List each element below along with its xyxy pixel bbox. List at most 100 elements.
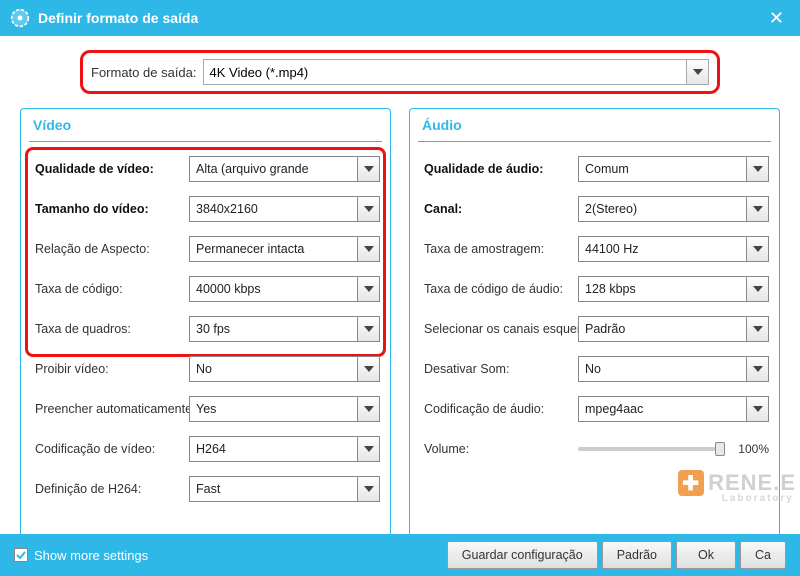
audio-field-4-select[interactable]: Padrão bbox=[578, 316, 769, 342]
output-format-row: Formato de saída: 4K Video (*.mp4) bbox=[80, 50, 720, 94]
output-format-select[interactable]: 4K Video (*.mp4) bbox=[203, 59, 710, 85]
video-field-4-value: 30 fps bbox=[196, 322, 230, 336]
panels-container: Vídeo Qualidade de vídeo: Alta (arquivo g… bbox=[20, 108, 780, 534]
video-field-6-select[interactable]: Yes bbox=[189, 396, 380, 422]
video-field-5-select[interactable]: No bbox=[189, 356, 380, 382]
audio-field-5-value: No bbox=[585, 362, 601, 376]
audio-field-5-row: Desativar Som: No bbox=[420, 349, 769, 389]
chevron-down-icon bbox=[357, 437, 379, 461]
chevron-down-icon bbox=[357, 197, 379, 221]
video-field-7-select[interactable]: H264 bbox=[189, 436, 380, 462]
video-field-0-label: Qualidade de vídeo: bbox=[31, 162, 189, 176]
dialog-window: Definir formato de saída ✕ Formato de sa… bbox=[0, 0, 800, 576]
chevron-down-icon bbox=[746, 237, 768, 261]
audio-field-4-label: Selecionar os canais esquerdo bbox=[420, 322, 578, 336]
video-field-3-label: Taxa de código: bbox=[31, 282, 189, 296]
video-field-3-value: 40000 kbps bbox=[196, 282, 261, 296]
chevron-down-icon bbox=[746, 197, 768, 221]
audio-field-3-select[interactable]: 128 kbps bbox=[578, 276, 769, 302]
video-field-1-row: Tamanho do vídeo: 3840x2160 bbox=[31, 189, 380, 229]
video-field-6-row: Preencher automaticamente c Yes bbox=[31, 389, 380, 429]
video-field-1-value: 3840x2160 bbox=[196, 202, 258, 216]
titlebar: Definir formato de saída ✕ bbox=[0, 0, 800, 36]
slider-track bbox=[578, 447, 725, 451]
cancel-button[interactable]: Ca bbox=[740, 541, 786, 569]
video-fields: Qualidade de vídeo: Alta (arquivo grande T… bbox=[31, 149, 380, 509]
show-more-label[interactable]: Show more settings bbox=[34, 548, 148, 563]
video-field-5-value: No bbox=[196, 362, 212, 376]
video-field-3-row: Taxa de código: 40000 kbps bbox=[31, 269, 380, 309]
audio-field-6-select[interactable]: mpeg4aac bbox=[578, 396, 769, 422]
chevron-down-icon bbox=[746, 397, 768, 421]
footer-buttons: Guardar configuração Padrão Ok Ca bbox=[447, 541, 786, 569]
video-field-6-label: Preencher automaticamente c bbox=[31, 402, 189, 416]
video-field-6-value: Yes bbox=[196, 402, 216, 416]
output-format-value: 4K Video (*.mp4) bbox=[210, 65, 309, 80]
audio-field-6-value: mpeg4aac bbox=[585, 402, 643, 416]
video-field-8-label: Definição de H264: bbox=[31, 482, 189, 496]
audio-field-5-label: Desativar Som: bbox=[420, 362, 578, 376]
content-area: Formato de saída: 4K Video (*.mp4) Vídeo… bbox=[0, 36, 800, 534]
default-button[interactable]: Padrão bbox=[602, 541, 672, 569]
volume-row: Volume: 100% bbox=[420, 429, 769, 469]
video-field-2-label: Relação de Aspecto: bbox=[31, 242, 189, 256]
audio-field-6-label: Codificação de áudio: bbox=[420, 402, 578, 416]
volume-value: 100% bbox=[731, 442, 769, 456]
audio-panel-title: Áudio bbox=[422, 117, 462, 133]
video-field-1-select[interactable]: 3840x2160 bbox=[189, 196, 380, 222]
show-more-checkbox[interactable] bbox=[14, 548, 28, 562]
audio-fields: Qualidade de áudio:Comum Canal: 2(Stereo) T… bbox=[420, 149, 769, 429]
video-field-4-row: Taxa de quadros:30 fps bbox=[31, 309, 380, 349]
video-field-5-label: Proibir vídeo: bbox=[31, 362, 189, 376]
video-field-2-select[interactable]: Permanecer intacta bbox=[189, 236, 380, 262]
video-field-7-value: H264 bbox=[196, 442, 226, 456]
audio-field-0-value: Comum bbox=[585, 162, 629, 176]
video-field-0-select[interactable]: Alta (arquivo grande bbox=[189, 156, 380, 182]
video-field-1-label: Tamanho do vídeo: bbox=[31, 202, 189, 216]
footer: Show more settings Guardar configuração … bbox=[0, 534, 800, 576]
audio-field-3-label: Taxa de código de áudio: bbox=[420, 282, 578, 296]
chevron-down-icon bbox=[746, 317, 768, 341]
audio-field-1-select[interactable]: 2(Stereo) bbox=[578, 196, 769, 222]
video-field-2-row: Relação de Aspecto: Permanecer intacta bbox=[31, 229, 380, 269]
chevron-down-icon bbox=[746, 157, 768, 181]
video-field-8-select[interactable]: Fast bbox=[189, 476, 380, 502]
audio-field-4-value: Padrão bbox=[585, 322, 625, 336]
audio-field-5-select[interactable]: No bbox=[578, 356, 769, 382]
window-title: Definir formato de saída bbox=[38, 10, 198, 26]
panel-divider bbox=[29, 141, 382, 142]
ok-button[interactable]: Ok bbox=[676, 541, 736, 569]
video-field-0-value: Alta (arquivo grande bbox=[196, 162, 309, 176]
audio-field-0-row: Qualidade de áudio:Comum bbox=[420, 149, 769, 189]
video-field-4-select[interactable]: 30 fps bbox=[189, 316, 380, 342]
video-field-2-value: Permanecer intacta bbox=[196, 242, 304, 256]
video-field-7-label: Codificação de vídeo: bbox=[31, 442, 189, 456]
volume-slider[interactable]: 100% bbox=[578, 442, 769, 456]
audio-field-2-select[interactable]: 44100 Hz bbox=[578, 236, 769, 262]
chevron-down-icon bbox=[357, 317, 379, 341]
output-format-label: Formato de saída: bbox=[91, 65, 197, 80]
volume-label: Volume: bbox=[420, 442, 578, 456]
chevron-down-icon bbox=[686, 60, 708, 84]
audio-field-3-value: 128 kbps bbox=[585, 282, 636, 296]
audio-field-1-value: 2(Stereo) bbox=[585, 202, 637, 216]
chevron-down-icon bbox=[357, 157, 379, 181]
video-field-8-row: Definição de H264: Fast bbox=[31, 469, 380, 509]
close-button[interactable]: ✕ bbox=[763, 8, 790, 29]
chevron-down-icon bbox=[357, 397, 379, 421]
save-config-button[interactable]: Guardar configuração bbox=[447, 541, 598, 569]
audio-panel: Áudio Qualidade de áudio:Comum Canal: 2(St… bbox=[409, 108, 780, 534]
video-field-3-select[interactable]: 40000 kbps bbox=[189, 276, 380, 302]
audio-field-1-row: Canal: 2(Stereo) bbox=[420, 189, 769, 229]
app-icon bbox=[10, 8, 30, 28]
slider-thumb[interactable] bbox=[715, 442, 725, 456]
panel-divider bbox=[418, 141, 771, 142]
chevron-down-icon bbox=[357, 237, 379, 261]
video-panel-title: Vídeo bbox=[33, 117, 71, 133]
chevron-down-icon bbox=[746, 277, 768, 301]
audio-field-0-select[interactable]: Comum bbox=[578, 156, 769, 182]
audio-field-4-row: Selecionar os canais esquerdo Padrão bbox=[420, 309, 769, 349]
audio-field-1-label: Canal: bbox=[420, 202, 578, 216]
audio-field-2-label: Taxa de amostragem: bbox=[420, 242, 578, 256]
video-field-8-value: Fast bbox=[196, 482, 220, 496]
